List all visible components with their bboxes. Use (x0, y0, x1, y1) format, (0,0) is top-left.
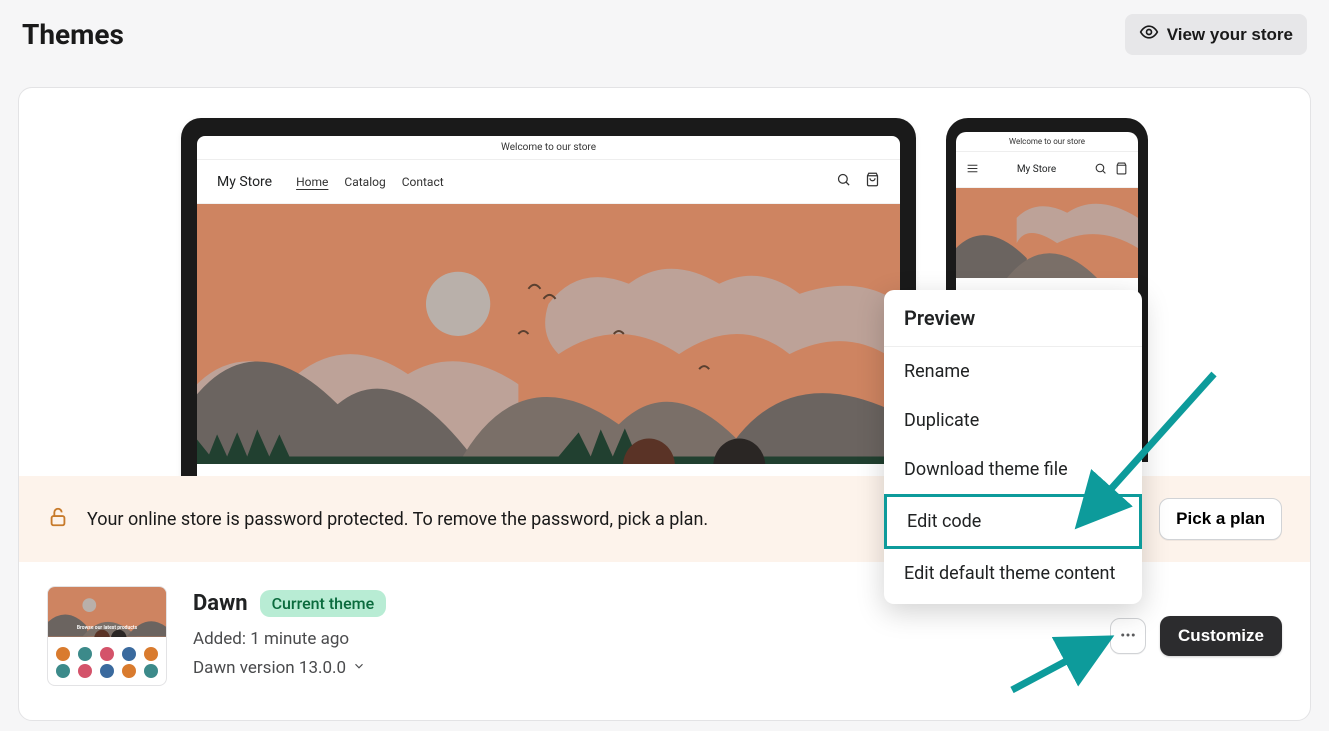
menu-icon (966, 160, 979, 179)
dropdown-rename[interactable]: Rename (884, 347, 1142, 396)
dots-horizontal-icon (1119, 626, 1137, 647)
nav-catalog: Catalog (344, 175, 385, 189)
view-store-button[interactable]: View your store (1125, 14, 1307, 55)
lock-icon (47, 506, 69, 532)
thumb-caption: Browse our latest products (48, 625, 166, 631)
theme-thumbnail: Browse our latest products (47, 586, 167, 686)
dropdown-header[interactable]: Preview (884, 290, 1142, 347)
theme-added: Added: 1 minute ago (193, 625, 1084, 654)
theme-version-toggle[interactable]: Dawn version 13.0.0 (193, 654, 1084, 683)
nav-contact: Contact (402, 175, 444, 189)
store-nav: Home Catalog Contact (296, 175, 836, 189)
announcement-bar-mobile: Welcome to our store (956, 132, 1138, 152)
eye-icon (1139, 22, 1159, 47)
theme-version: Dawn version 13.0.0 (193, 654, 346, 683)
search-icon (1094, 160, 1107, 179)
pick-plan-button[interactable]: Pick a plan (1159, 498, 1282, 540)
hero-image (197, 204, 900, 464)
dropdown-edit-code[interactable]: Edit code (884, 494, 1142, 549)
theme-actions-dropdown: Preview Rename Duplicate Download theme … (884, 290, 1142, 604)
cart-icon (1115, 160, 1128, 179)
customize-button[interactable]: Customize (1160, 616, 1282, 656)
page-title: Themes (22, 18, 124, 51)
search-icon (836, 172, 851, 191)
store-name: My Store (217, 174, 272, 190)
view-store-label: View your store (1167, 25, 1293, 45)
current-theme-badge: Current theme (260, 590, 387, 617)
dropdown-edit-default[interactable]: Edit default theme content (884, 549, 1142, 598)
dropdown-duplicate[interactable]: Duplicate (884, 396, 1142, 445)
dropdown-download[interactable]: Download theme file (884, 445, 1142, 494)
chevron-down-icon (352, 654, 366, 683)
hero-image-mobile (956, 188, 1138, 278)
cart-icon (865, 172, 880, 191)
store-name-mobile: My Store (1017, 164, 1056, 175)
announcement-bar: Welcome to our store (197, 136, 900, 160)
theme-name: Dawn (193, 591, 248, 616)
desktop-preview: Welcome to our store My Store Home Catal… (181, 118, 916, 476)
nav-home: Home (296, 175, 328, 189)
more-actions-button[interactable] (1110, 618, 1146, 654)
